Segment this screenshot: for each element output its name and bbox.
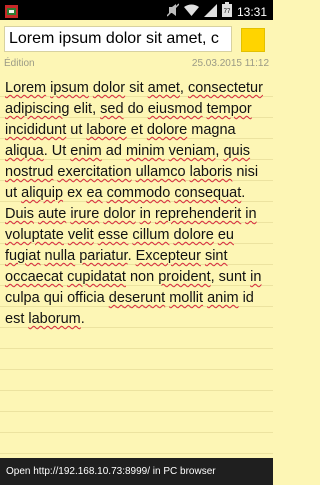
spellcheck-word: sint [204,248,228,264]
spellcheck-word: esse [97,227,129,243]
spellcheck-word: sed [100,101,124,117]
spellcheck-word: quis [223,143,251,159]
spellcheck-word: aliquip [21,185,64,201]
status-time: 13:31 [236,4,267,19]
spellcheck-word: Lorem [5,80,47,96]
spellcheck-word: dolore [173,227,214,243]
note-meta: Édition 25.03.2015 11:12 [0,56,273,72]
mute-icon [166,2,180,21]
spellcheck-word: in [139,206,151,222]
spellcheck-word: pariatur [79,248,128,264]
server-info-bar: Open http://192.168.10.73:8999/ in PC br… [0,458,273,485]
spellcheck-word: fugiat [5,248,41,264]
spellcheck-word: Excepteur [135,248,201,264]
mode-label: Édition [4,58,35,69]
spellcheck-word: laboris [189,164,233,180]
spellcheck-word: Duis [5,206,35,222]
spellcheck-word: ea [86,185,103,201]
spellcheck-word: anim [207,290,239,306]
status-bar: 77 13:31 [0,0,273,20]
note-header: Lorem ipsum dolor sit amet, c [0,20,273,56]
spellcheck-word: dolor [103,206,136,222]
spellcheck-word: proident [158,269,211,285]
spellcheck-word: cillum [132,227,170,243]
spellcheck-word: deserunt [108,290,166,306]
spellcheck-word: occaecat [5,269,64,285]
spellcheck-word: tempor [206,101,252,117]
spellcheck-word: dolor [92,80,126,96]
spellcheck-word: nostrud [5,164,54,180]
battery-icon: 77 [221,2,232,21]
spellcheck-word: dolore [146,122,188,138]
server-info-text: Open http://192.168.10.73:8999/ in PC br… [6,466,216,477]
spellcheck-word: adipiscing [5,101,70,117]
spellcheck-word: in [245,206,257,222]
spellcheck-word: irure [70,206,100,222]
spellcheck-word: voluptate [5,227,64,243]
spellcheck-word: aliqua [5,143,44,159]
spellcheck-word: enim [70,143,102,159]
spellcheck-word: amet [147,80,180,96]
spellcheck-word: exercitation [57,164,132,180]
spellcheck-word: minim [125,143,165,159]
title-input[interactable]: Lorem ipsum dolor sit amet, c [4,26,232,52]
note-editor[interactable]: Lorem ipsum dolor sit amet, consectetur … [0,76,273,458]
spellcheck-word: commodo [106,185,171,201]
status-bar-right: 77 13:31 [166,2,267,21]
signal-icon [203,2,217,21]
spellcheck-word: ullamco [135,164,186,180]
spellcheck-word: consequat [174,185,242,201]
wifi-icon [183,2,199,21]
spellcheck-word: incididunt [5,122,67,138]
spellcheck-word: consectetur [187,80,263,96]
color-picker-button[interactable] [241,28,265,52]
date-label: 25.03.2015 11:12 [191,58,269,69]
spellcheck-word: eu [217,227,234,243]
note-body[interactable]: Lorem ipsum dolor sit amet, consectetur … [5,78,267,330]
spellcheck-word: labore [86,122,127,138]
spellcheck-word: ipsum [50,80,89,96]
spellcheck-word: eiusmod [147,101,203,117]
spellcheck-word: nulla [44,248,76,264]
spellcheck-word: velit [67,227,94,243]
spellcheck-word: aute [38,206,67,222]
spellcheck-word: reprehenderit [154,206,242,222]
spellcheck-word: laborum [28,311,81,327]
spellcheck-word: mollit [169,290,204,306]
spellcheck-word: in [250,269,262,285]
battery-level-label: 77 [224,9,231,15]
spellcheck-word: veniam [168,143,216,159]
spellcheck-word: cupidatat [67,269,126,285]
